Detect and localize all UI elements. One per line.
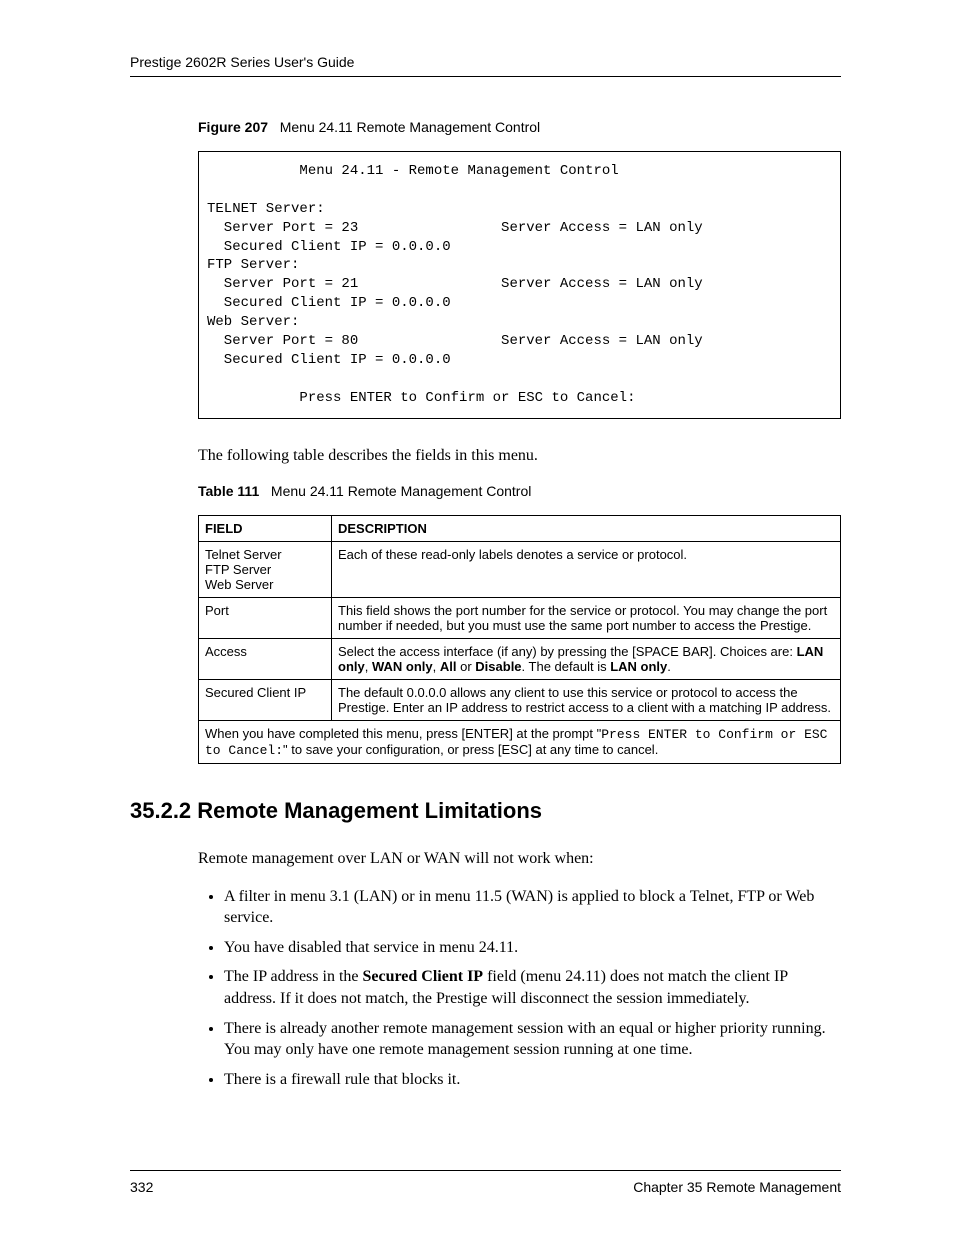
- cell-field: Telnet Server FTP Server Web Server: [199, 541, 332, 597]
- terminal-line: Server Port = 23 Server Access = LAN onl…: [207, 220, 703, 236]
- terminal-line: Server Port = 80 Server Access = LAN onl…: [207, 333, 703, 349]
- list-item: A filter in menu 3.1 (LAN) or in menu 11…: [224, 886, 841, 929]
- table-title: Menu 24.11 Remote Management Control: [271, 483, 531, 499]
- page-number: 332: [130, 1179, 153, 1195]
- table-prefix: Table 111: [198, 483, 259, 499]
- figure-title: Menu 24.11 Remote Management Control: [280, 119, 540, 135]
- cell-desc: This field shows the port number for the…: [332, 597, 841, 638]
- table-row: Access Select the access interface (if a…: [199, 638, 841, 679]
- terminal-line: Press ENTER to Confirm or ESC to Cancel:: [207, 390, 635, 406]
- section-intro: Remote management over LAN or WAN will n…: [198, 850, 841, 868]
- table-row: Telnet Server FTP Server Web Server Each…: [199, 541, 841, 597]
- figure-caption: Figure 207 Menu 24.11 Remote Management …: [198, 119, 841, 135]
- table-row: Secured Client IP The default 0.0.0.0 al…: [199, 679, 841, 720]
- col-field-header: FIELD: [199, 515, 332, 541]
- field-description-table: FIELD DESCRIPTION Telnet Server FTP Serv…: [198, 515, 841, 764]
- list-item: There is already another remote manageme…: [224, 1018, 841, 1061]
- cell-desc: Each of these read-only labels denotes a…: [332, 541, 841, 597]
- col-desc-header: DESCRIPTION: [332, 515, 841, 541]
- terminal-line: FTP Server:: [207, 257, 299, 273]
- chapter-label: Chapter 35 Remote Management: [633, 1179, 841, 1195]
- section-heading: 35.2.2 Remote Management Limitations: [130, 798, 841, 824]
- cell-field: Port: [199, 597, 332, 638]
- cell-field: Access: [199, 638, 332, 679]
- terminal-line: Menu 24.11 - Remote Management Control: [207, 163, 619, 179]
- figure-prefix: Figure 207: [198, 119, 268, 135]
- list-item: The IP address in the Secured Client IP …: [224, 966, 841, 1009]
- table-footer-row: When you have completed this menu, press…: [199, 720, 841, 763]
- cell-field: Secured Client IP: [199, 679, 332, 720]
- list-item: You have disabled that service in menu 2…: [224, 937, 841, 959]
- table-header-row: FIELD DESCRIPTION: [199, 515, 841, 541]
- terminal-line: Secured Client IP = 0.0.0.0: [207, 295, 451, 311]
- terminal-line: Server Port = 21 Server Access = LAN onl…: [207, 276, 703, 292]
- bullet-list: A filter in menu 3.1 (LAN) or in menu 11…: [224, 886, 841, 1091]
- intro-paragraph: The following table describes the fields…: [198, 447, 841, 465]
- terminal-screen: Menu 24.11 - Remote Management Control T…: [198, 151, 841, 419]
- terminal-line: Web Server:: [207, 314, 299, 330]
- cell-desc: The default 0.0.0.0 allows any client to…: [332, 679, 841, 720]
- page-footer: 332 Chapter 35 Remote Management: [130, 1170, 841, 1195]
- cell-footer: When you have completed this menu, press…: [199, 720, 841, 763]
- list-item: There is a firewall rule that blocks it.: [224, 1069, 841, 1091]
- table-caption: Table 111 Menu 24.11 Remote Management C…: [198, 483, 841, 499]
- table-row: Port This field shows the port number fo…: [199, 597, 841, 638]
- terminal-line: TELNET Server:: [207, 201, 325, 217]
- terminal-line: Secured Client IP = 0.0.0.0: [207, 352, 451, 368]
- cell-desc: Select the access interface (if any) by …: [332, 638, 841, 679]
- running-header: Prestige 2602R Series User's Guide: [130, 54, 841, 77]
- terminal-line: Secured Client IP = 0.0.0.0: [207, 239, 451, 255]
